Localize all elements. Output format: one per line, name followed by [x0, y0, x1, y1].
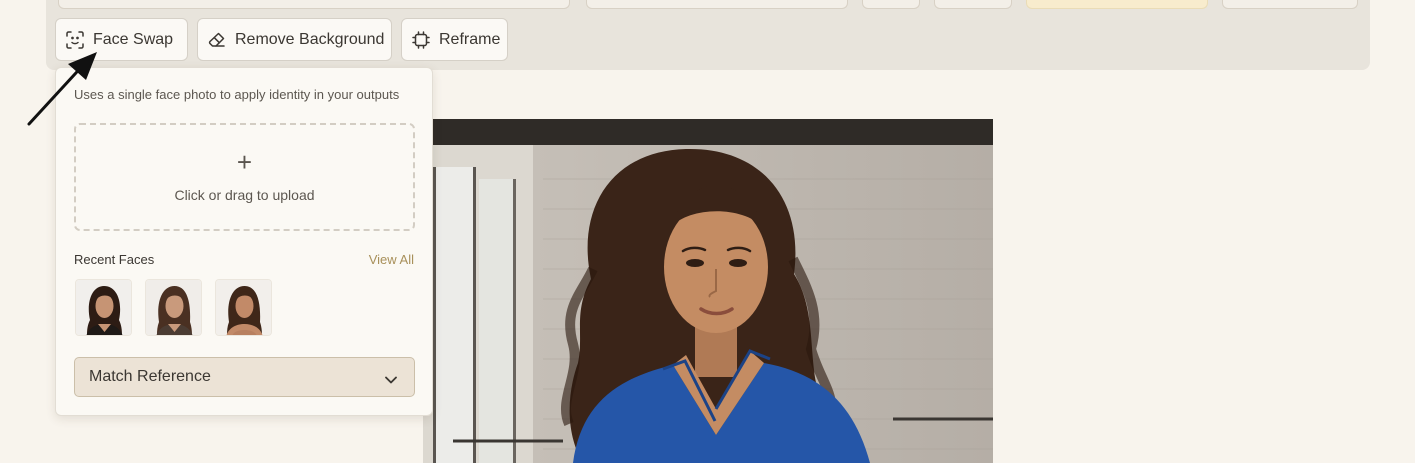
chevron-down-icon [384, 372, 398, 390]
reframe-label: Reframe [439, 30, 501, 48]
face-upload-dropzone[interactable]: + Click or drag to upload [74, 123, 415, 231]
arrow-annotation-icon [27, 52, 97, 126]
recent-faces-title: Recent Faces [74, 252, 155, 267]
recent-face-thumbnail[interactable] [215, 279, 272, 336]
recent-face-thumbnail[interactable] [75, 279, 132, 336]
face-swap-popover: Uses a single face photo to apply identi… [55, 67, 433, 416]
plus-icon: + [236, 147, 253, 177]
toolbar-control-stub[interactable] [58, 0, 570, 9]
view-all-link[interactable]: View All [369, 252, 414, 267]
toolbar-control-stub[interactable] [862, 0, 920, 9]
toolbar-control-stub[interactable] [1222, 0, 1358, 9]
face-swap-label: Face Swap [93, 30, 174, 48]
eraser-icon [208, 31, 226, 49]
toolbar-control-stub[interactable] [1026, 0, 1208, 9]
select-value: Match Reference [89, 368, 211, 385]
match-reference-select[interactable]: Match Reference [74, 357, 415, 397]
remove-background-button[interactable]: Remove Background [197, 18, 392, 61]
top-toolbar: Face Swap Remove Background Reframe [46, 0, 1370, 70]
face-swap-description: Uses a single face photo to apply identi… [74, 87, 400, 102]
toolbar-control-stub[interactable] [934, 0, 1012, 9]
upload-text: Click or drag to upload [174, 187, 315, 203]
reframe-icon [412, 30, 430, 49]
recent-face-thumbnail[interactable] [145, 279, 202, 336]
generated-image[interactable] [423, 119, 993, 463]
toolbar-control-stub[interactable] [586, 0, 848, 9]
reframe-button[interactable]: Reframe [401, 18, 508, 61]
remove-background-label: Remove Background [235, 30, 385, 48]
